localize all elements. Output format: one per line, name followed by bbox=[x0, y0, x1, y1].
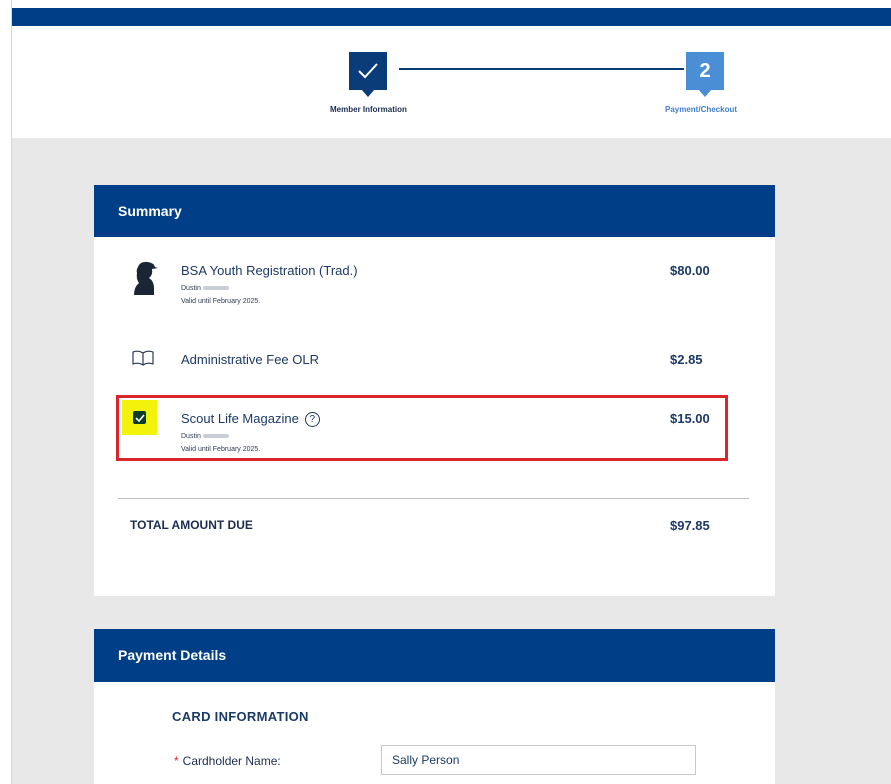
payment-title: Payment Details bbox=[94, 629, 775, 682]
payment-card: Payment Details CARD INFORMATION * Cardho… bbox=[94, 629, 775, 784]
summary-title: Summary bbox=[94, 185, 775, 237]
progress-stepper: 2 Member Information Payment/Checkout bbox=[12, 26, 891, 138]
item-price: $80.00 bbox=[670, 263, 710, 278]
top-banner bbox=[12, 8, 891, 26]
step-2-label[interactable]: Payment/Checkout bbox=[665, 105, 737, 114]
step-connector bbox=[399, 68, 684, 70]
item-title-wrap: Scout Life Magazine? bbox=[181, 411, 320, 428]
left-frame bbox=[0, 0, 12, 784]
total-label: TOTAL AMOUNT DUE bbox=[130, 518, 253, 532]
card-info-heading: CARD INFORMATION bbox=[172, 709, 309, 724]
scout-silhouette-icon bbox=[132, 261, 158, 300]
item-valid: Valid until February 2025. bbox=[181, 298, 261, 305]
item-title: BSA Youth Registration (Trad.) bbox=[181, 263, 358, 278]
total-divider bbox=[118, 498, 749, 499]
item-title: Administrative Fee OLR bbox=[181, 352, 319, 367]
item-member: Dustin bbox=[181, 433, 229, 440]
item-valid: Valid until February 2025. bbox=[181, 446, 261, 453]
required-asterisk: * bbox=[174, 754, 179, 768]
cardholder-input[interactable] bbox=[381, 745, 696, 775]
step-2-marker[interactable]: 2 bbox=[686, 52, 724, 97]
item-member: Dustin bbox=[181, 285, 229, 292]
step-1-label[interactable]: Member Information bbox=[330, 105, 407, 114]
total-value: $97.85 bbox=[670, 518, 710, 533]
summary-card: Summary BSA Youth Registration (Trad.) D… bbox=[94, 185, 775, 596]
top-edge bbox=[0, 0, 891, 8]
check-icon bbox=[358, 63, 378, 79]
book-icon bbox=[132, 350, 154, 371]
step-1-marker[interactable] bbox=[349, 52, 387, 97]
step-2-number: 2 bbox=[699, 59, 711, 82]
item-price: $15.00 bbox=[670, 411, 710, 426]
item-price: $2.85 bbox=[670, 352, 703, 367]
item-title: Scout Life Magazine bbox=[181, 411, 299, 426]
cardholder-label: * Cardholder Name: bbox=[174, 754, 281, 768]
help-icon[interactable]: ? bbox=[304, 412, 320, 428]
